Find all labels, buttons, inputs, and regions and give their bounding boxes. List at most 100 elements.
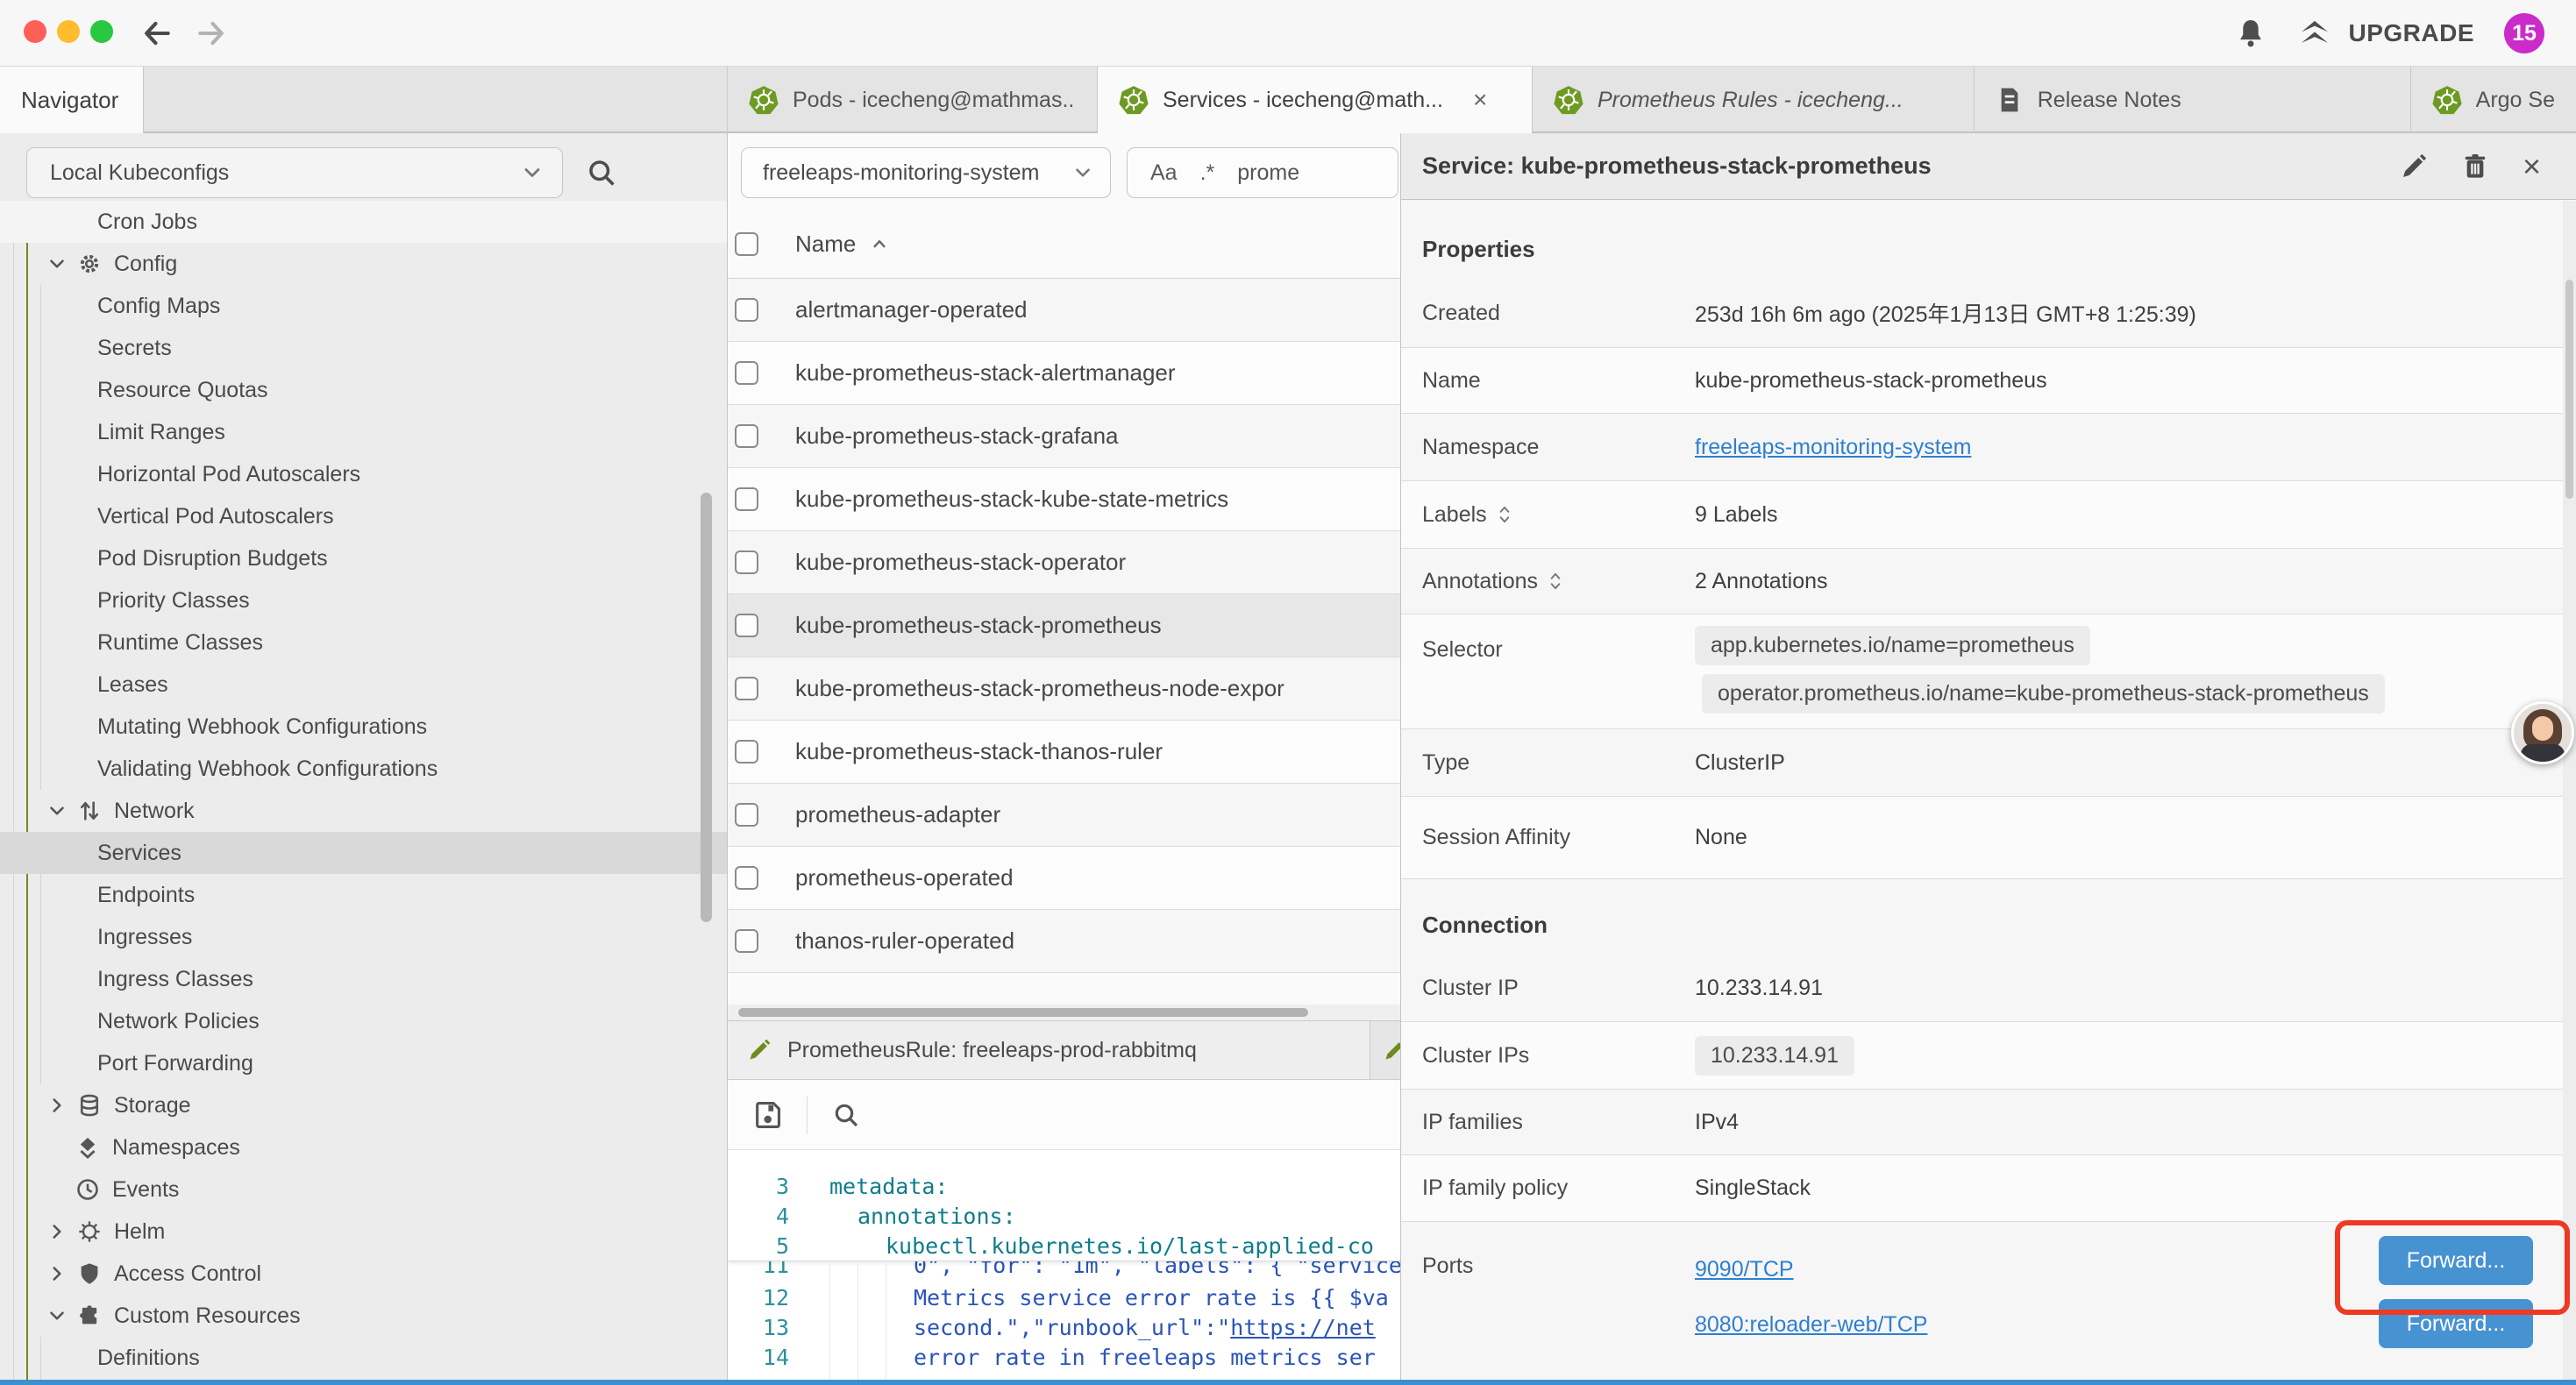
panel-close-icon[interactable]: × <box>2523 151 2541 182</box>
kubeconfig-selector[interactable]: Local Kubeconfigs <box>26 147 563 198</box>
scrollbar-thumb[interactable] <box>738 1008 1308 1017</box>
sidebar-item-leases[interactable]: Leases <box>0 664 727 706</box>
sidebar-item-vertical-pod-autoscalers[interactable]: Vertical Pod Autoscalers <box>0 495 727 537</box>
table-row[interactable]: prometheus-operated <box>728 847 1400 910</box>
sidebar-item-namespaces[interactable]: Namespaces <box>0 1126 727 1168</box>
column-header-name[interactable]: Name <box>795 231 856 258</box>
sidebar-scrollbar[interactable] <box>701 493 712 922</box>
expand-collapse-icon[interactable] <box>1498 503 1512 526</box>
table-row[interactable]: kube-prometheus-stack-grafana <box>728 405 1400 468</box>
sidebar-item-ingresses[interactable]: Ingresses <box>0 916 727 958</box>
sidebar-item-endpoints[interactable]: Endpoints <box>0 874 727 916</box>
detail-scrollbar-track[interactable] <box>2563 201 2576 1380</box>
table-row[interactable]: kube-prometheus-stack-prometheus-node-ex… <box>728 657 1400 721</box>
tab-close-icon[interactable]: × <box>1473 86 1487 114</box>
tab-release-notes[interactable]: Release Notes <box>1975 67 2411 133</box>
editor-search-icon[interactable] <box>832 1101 860 1129</box>
detail-scrollbar-thumb[interactable] <box>2565 280 2573 499</box>
row-checkbox[interactable] <box>735 298 758 322</box>
chevron-down-icon[interactable] <box>46 252 68 275</box>
sidebar-item-helm[interactable]: Helm <box>0 1211 727 1253</box>
sidebar-item-access-control[interactable]: Access Control <box>0 1253 727 1295</box>
table-row[interactable]: kube-prometheus-stack-alertmanager <box>728 342 1400 405</box>
tab-editor-partial[interactable] <box>1370 1021 1400 1079</box>
back-arrow-icon[interactable] <box>140 17 174 50</box>
user-avatar[interactable] <box>2511 701 2574 764</box>
match-case-toggle[interactable]: Aa <box>1150 160 1178 186</box>
select-all-checkbox[interactable] <box>735 232 758 256</box>
row-checkbox[interactable] <box>735 803 758 827</box>
row-checkbox[interactable] <box>735 740 758 764</box>
sidebar-item-ingress-classes[interactable]: Ingress Classes <box>0 958 727 1000</box>
chevron-right-icon[interactable] <box>46 1094 68 1117</box>
macos-minimize-button[interactable] <box>57 20 80 43</box>
upgrade-button[interactable]: UPGRADE <box>2297 16 2474 51</box>
tab-prometheus-rules[interactable]: Prometheus Rules - icecheng... <box>1533 67 1975 133</box>
sidebar-item-config-maps[interactable]: Config Maps <box>0 285 727 327</box>
sidebar-item-custom-resources[interactable]: Custom Resources <box>0 1295 727 1337</box>
sidebar-item-network-policies[interactable]: Network Policies <box>0 1000 727 1042</box>
regex-toggle[interactable]: .* <box>1200 160 1215 186</box>
sidebar-item-cron-jobs[interactable]: Cron Jobs <box>0 201 727 243</box>
sidebar-item-events[interactable]: Events <box>0 1168 727 1211</box>
sidebar-item-port-forwarding[interactable]: Port Forwarding <box>0 1042 727 1084</box>
sidebar-item-storage[interactable]: Storage <box>0 1084 727 1126</box>
save-icon[interactable] <box>752 1100 782 1130</box>
namespace-selector[interactable]: freeleaps-monitoring-system <box>741 147 1111 198</box>
row-checkbox[interactable] <box>735 487 758 511</box>
table-row[interactable]: kube-prometheus-stack-kube-state-metrics <box>728 468 1400 531</box>
macos-close-button[interactable] <box>24 20 46 43</box>
port-link-8080[interactable]: 8080:reloader-web/TCP <box>1695 1312 1927 1338</box>
delete-trash-icon[interactable] <box>2461 153 2489 181</box>
sidebar-item-priority-classes[interactable]: Priority Classes <box>0 579 727 621</box>
sidebar-item-runtime-classes[interactable]: Runtime Classes <box>0 621 727 664</box>
sidebar-item-network[interactable]: Network <box>0 790 727 832</box>
row-checkbox[interactable] <box>735 550 758 574</box>
table-row[interactable]: kube-prometheus-stack-operator <box>728 531 1400 594</box>
forward-arrow-icon[interactable] <box>195 17 228 50</box>
sort-ascending-icon[interactable] <box>868 233 891 256</box>
yaml-editor[interactable]: 110", "for": "1m", "labels": { "service"… <box>728 1150 1400 1380</box>
code-url[interactable]: https://net <box>1230 1315 1376 1340</box>
table-row[interactable]: kube-prometheus-stack-thanos-ruler <box>728 721 1400 784</box>
list-search-input[interactable]: Aa .* prome <box>1127 147 1398 198</box>
row-checkbox[interactable] <box>735 424 758 448</box>
table-row[interactable]: prometheus-adapter <box>728 784 1400 847</box>
sidebar-item-config[interactable]: Config <box>0 243 727 285</box>
table-row[interactable]: thanos-ruler-operated <box>728 910 1400 973</box>
table-row-selected[interactable]: kube-prometheus-stack-prometheus <box>728 594 1400 657</box>
chevron-down-icon[interactable] <box>46 799 68 822</box>
macos-zoom-button[interactable] <box>90 20 113 43</box>
row-checkbox[interactable] <box>735 361 758 385</box>
row-checkbox[interactable] <box>735 614 758 637</box>
chevron-right-icon[interactable] <box>46 1262 68 1285</box>
tab-argo[interactable]: Argo Se <box>2411 67 2576 133</box>
notifications-bell-icon[interactable] <box>2234 17 2267 50</box>
sidebar-item-resource-quotas[interactable]: Resource Quotas <box>0 369 727 411</box>
sidebar-item-horizontal-pod-autoscalers[interactable]: Horizontal Pod Autoscalers <box>0 453 727 495</box>
sidebar-item-secrets[interactable]: Secrets <box>0 327 727 369</box>
sidebar-item-definitions[interactable]: Definitions <box>0 1337 727 1379</box>
chevron-down-icon[interactable] <box>46 1304 68 1327</box>
tab-prometheusrule-editor[interactable]: PrometheusRule: freeleaps-prod-rabbitmq <box>728 1021 1370 1079</box>
row-checkbox[interactable] <box>735 866 758 890</box>
sidebar-item-validating-webhook-configurations[interactable]: Validating Webhook Configurations <box>0 748 727 790</box>
sidebar-search-icon[interactable] <box>586 157 617 188</box>
tab-pods[interactable]: Pods - icecheng@mathmas... <box>728 67 1098 133</box>
sidebar-item-mutating-webhook-configurations[interactable]: Mutating Webhook Configurations <box>0 706 727 748</box>
tab-navigator[interactable]: Navigator <box>0 67 144 133</box>
sidebar-item-services[interactable]: Services <box>0 832 727 874</box>
table-horizontal-scrollbar[interactable] <box>728 1005 1400 1020</box>
notification-count-badge[interactable]: 15 <box>2504 13 2544 53</box>
tab-services[interactable]: Services - icecheng@math... × <box>1098 67 1533 133</box>
chevron-right-icon[interactable] <box>46 1220 68 1243</box>
port-link-9090[interactable]: 9090/TCP <box>1695 1257 1794 1282</box>
sidebar-item-limit-ranges[interactable]: Limit Ranges <box>0 411 727 453</box>
expand-collapse-icon[interactable] <box>1548 570 1562 593</box>
sidebar-item-pod-disruption-budgets[interactable]: Pod Disruption Budgets <box>0 537 727 579</box>
table-row[interactable]: alertmanager-operated <box>728 279 1400 342</box>
row-checkbox[interactable] <box>735 929 758 953</box>
namespace-link[interactable]: freeleaps-monitoring-system <box>1695 435 1971 460</box>
edit-pencil-icon[interactable] <box>2400 153 2428 181</box>
row-checkbox[interactable] <box>735 677 758 700</box>
